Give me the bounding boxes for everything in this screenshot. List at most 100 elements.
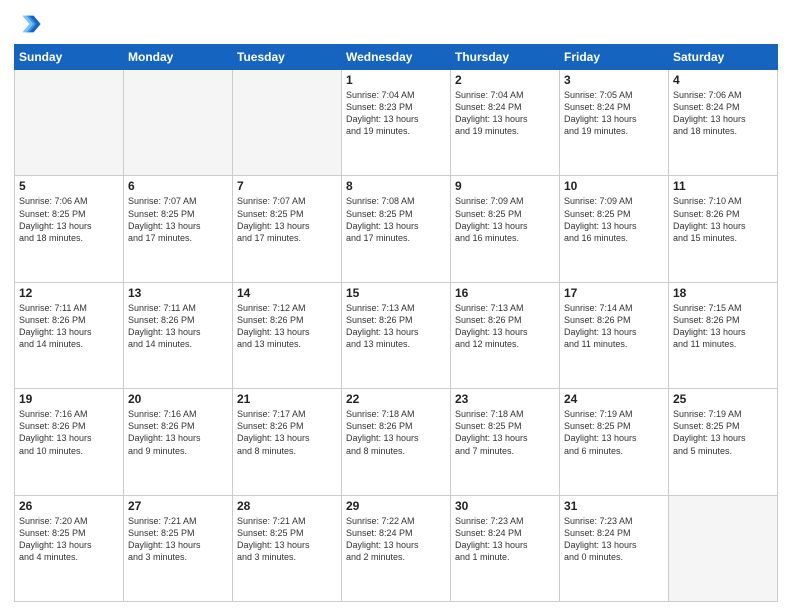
calendar-week-5: 26 Sunrise: 7:20 AM Sunset: 8:25 PM Dayli… (15, 495, 778, 601)
day-number: 3 (564, 73, 664, 87)
logo-icon (14, 10, 42, 38)
day-number: 15 (346, 286, 446, 300)
calendar-cell: 7 Sunrise: 7:07 AM Sunset: 8:25 PM Daylig… (233, 176, 342, 282)
calendar-cell (124, 70, 233, 176)
day-info: Sunrise: 7:18 AM Sunset: 8:26 PM Dayligh… (346, 408, 446, 457)
header (14, 10, 778, 38)
day-info: Sunrise: 7:16 AM Sunset: 8:26 PM Dayligh… (128, 408, 228, 457)
day-info: Sunrise: 7:19 AM Sunset: 8:25 PM Dayligh… (673, 408, 773, 457)
page: SundayMondayTuesdayWednesdayThursdayFrid… (0, 0, 792, 612)
calendar-cell: 18 Sunrise: 7:15 AM Sunset: 8:26 PM Dayli… (669, 282, 778, 388)
day-info: Sunrise: 7:07 AM Sunset: 8:25 PM Dayligh… (237, 195, 337, 244)
calendar-cell: 23 Sunrise: 7:18 AM Sunset: 8:25 PM Dayli… (451, 389, 560, 495)
day-number: 28 (237, 499, 337, 513)
calendar-cell: 13 Sunrise: 7:11 AM Sunset: 8:26 PM Dayli… (124, 282, 233, 388)
day-number: 2 (455, 73, 555, 87)
calendar-cell: 21Sunrise: 7:17 AM Sunset: 8:26 PM Dayli… (233, 389, 342, 495)
calendar-table: SundayMondayTuesdayWednesdayThursdayFrid… (14, 44, 778, 602)
calendar-cell: 16Sunrise: 7:13 AM Sunset: 8:26 PM Dayli… (451, 282, 560, 388)
calendar-cell: 6 Sunrise: 7:07 AM Sunset: 8:25 PM Daylig… (124, 176, 233, 282)
day-info: Sunrise: 7:04 AM Sunset: 8:24 PM Dayligh… (455, 89, 555, 138)
day-info: Sunrise: 7:22 AM Sunset: 8:24 PM Dayligh… (346, 515, 446, 564)
day-number: 31 (564, 499, 664, 513)
day-number: 30 (455, 499, 555, 513)
day-number: 16 (455, 286, 555, 300)
day-number: 13 (128, 286, 228, 300)
calendar-cell: 28 Sunrise: 7:21 AM Sunset: 8:25 PM Dayli… (233, 495, 342, 601)
day-info: Sunrise: 7:11 AM Sunset: 8:26 PM Dayligh… (19, 302, 119, 351)
column-header-friday: Friday (560, 45, 669, 70)
calendar-cell: 3 Sunrise: 7:05 AM Sunset: 8:24 PM Daylig… (560, 70, 669, 176)
calendar-week-2: 5Sunrise: 7:06 AM Sunset: 8:25 PM Daylig… (15, 176, 778, 282)
day-info: Sunrise: 7:10 AM Sunset: 8:26 PM Dayligh… (673, 195, 773, 244)
calendar-cell: 25 Sunrise: 7:19 AM Sunset: 8:25 PM Dayli… (669, 389, 778, 495)
day-number: 1 (346, 73, 446, 87)
day-number: 27 (128, 499, 228, 513)
day-info: Sunrise: 7:16 AM Sunset: 8:26 PM Dayligh… (19, 408, 119, 457)
day-number: 23 (455, 392, 555, 406)
day-info: Sunrise: 7:23 AM Sunset: 8:24 PM Dayligh… (564, 515, 664, 564)
day-info: Sunrise: 7:09 AM Sunset: 8:25 PM Dayligh… (455, 195, 555, 244)
calendar-week-4: 19 Sunrise: 7:16 AM Sunset: 8:26 PM Dayli… (15, 389, 778, 495)
column-header-thursday: Thursday (451, 45, 560, 70)
calendar-cell (15, 70, 124, 176)
day-info: Sunrise: 7:17 AM Sunset: 8:26 PM Dayligh… (237, 408, 337, 457)
day-info: Sunrise: 7:05 AM Sunset: 8:24 PM Dayligh… (564, 89, 664, 138)
day-number: 6 (128, 179, 228, 193)
calendar-cell (233, 70, 342, 176)
day-number: 14 (237, 286, 337, 300)
day-info: Sunrise: 7:11 AM Sunset: 8:26 PM Dayligh… (128, 302, 228, 351)
day-info: Sunrise: 7:12 AM Sunset: 8:26 PM Dayligh… (237, 302, 337, 351)
day-number: 7 (237, 179, 337, 193)
day-info: Sunrise: 7:21 AM Sunset: 8:25 PM Dayligh… (128, 515, 228, 564)
calendar-cell: 17 Sunrise: 7:14 AM Sunset: 8:26 PM Dayli… (560, 282, 669, 388)
day-number: 26 (19, 499, 119, 513)
column-header-saturday: Saturday (669, 45, 778, 70)
calendar-cell: 14 Sunrise: 7:12 AM Sunset: 8:26 PM Dayli… (233, 282, 342, 388)
calendar-cell: 24 Sunrise: 7:19 AM Sunset: 8:25 PM Dayli… (560, 389, 669, 495)
calendar-week-3: 12Sunrise: 7:11 AM Sunset: 8:26 PM Dayli… (15, 282, 778, 388)
day-info: Sunrise: 7:19 AM Sunset: 8:25 PM Dayligh… (564, 408, 664, 457)
calendar-cell: 10 Sunrise: 7:09 AM Sunset: 8:25 PM Dayli… (560, 176, 669, 282)
calendar-cell: 1 Sunrise: 7:04 AM Sunset: 8:23 PM Daylig… (342, 70, 451, 176)
day-info: Sunrise: 7:20 AM Sunset: 8:25 PM Dayligh… (19, 515, 119, 564)
day-info: Sunrise: 7:04 AM Sunset: 8:23 PM Dayligh… (346, 89, 446, 138)
calendar-header-row: SundayMondayTuesdayWednesdayThursdayFrid… (15, 45, 778, 70)
day-info: Sunrise: 7:18 AM Sunset: 8:25 PM Dayligh… (455, 408, 555, 457)
day-info: Sunrise: 7:23 AM Sunset: 8:24 PM Dayligh… (455, 515, 555, 564)
calendar-cell: 2 Sunrise: 7:04 AM Sunset: 8:24 PM Daylig… (451, 70, 560, 176)
day-info: Sunrise: 7:15 AM Sunset: 8:26 PM Dayligh… (673, 302, 773, 351)
column-header-wednesday: Wednesday (342, 45, 451, 70)
day-number: 18 (673, 286, 773, 300)
day-number: 9 (455, 179, 555, 193)
day-number: 5 (19, 179, 119, 193)
calendar-week-1: 1 Sunrise: 7:04 AM Sunset: 8:23 PM Daylig… (15, 70, 778, 176)
day-info: Sunrise: 7:14 AM Sunset: 8:26 PM Dayligh… (564, 302, 664, 351)
day-number: 19 (19, 392, 119, 406)
day-number: 20 (128, 392, 228, 406)
day-number: 25 (673, 392, 773, 406)
day-number: 10 (564, 179, 664, 193)
calendar-cell: 5Sunrise: 7:06 AM Sunset: 8:25 PM Daylig… (15, 176, 124, 282)
day-info: Sunrise: 7:07 AM Sunset: 8:25 PM Dayligh… (128, 195, 228, 244)
calendar-cell: 27 Sunrise: 7:21 AM Sunset: 8:25 PM Dayli… (124, 495, 233, 601)
calendar-cell: 30 Sunrise: 7:23 AM Sunset: 8:24 PM Dayli… (451, 495, 560, 601)
day-number: 24 (564, 392, 664, 406)
day-info: Sunrise: 7:09 AM Sunset: 8:25 PM Dayligh… (564, 195, 664, 244)
calendar-cell: 15Sunrise: 7:13 AM Sunset: 8:26 PM Dayli… (342, 282, 451, 388)
day-number: 29 (346, 499, 446, 513)
calendar-cell: 22Sunrise: 7:18 AM Sunset: 8:26 PM Dayli… (342, 389, 451, 495)
calendar-cell: 12Sunrise: 7:11 AM Sunset: 8:26 PM Dayli… (15, 282, 124, 388)
day-number: 8 (346, 179, 446, 193)
calendar-cell: 4Sunrise: 7:06 AM Sunset: 8:24 PM Daylig… (669, 70, 778, 176)
calendar-cell: 19 Sunrise: 7:16 AM Sunset: 8:26 PM Dayli… (15, 389, 124, 495)
day-info: Sunrise: 7:08 AM Sunset: 8:25 PM Dayligh… (346, 195, 446, 244)
calendar-cell (669, 495, 778, 601)
calendar-cell: 9 Sunrise: 7:09 AM Sunset: 8:25 PM Daylig… (451, 176, 560, 282)
day-info: Sunrise: 7:21 AM Sunset: 8:25 PM Dayligh… (237, 515, 337, 564)
column-header-sunday: Sunday (15, 45, 124, 70)
day-info: Sunrise: 7:06 AM Sunset: 8:24 PM Dayligh… (673, 89, 773, 138)
day-number: 11 (673, 179, 773, 193)
calendar-cell: 31 Sunrise: 7:23 AM Sunset: 8:24 PM Dayli… (560, 495, 669, 601)
day-number: 17 (564, 286, 664, 300)
